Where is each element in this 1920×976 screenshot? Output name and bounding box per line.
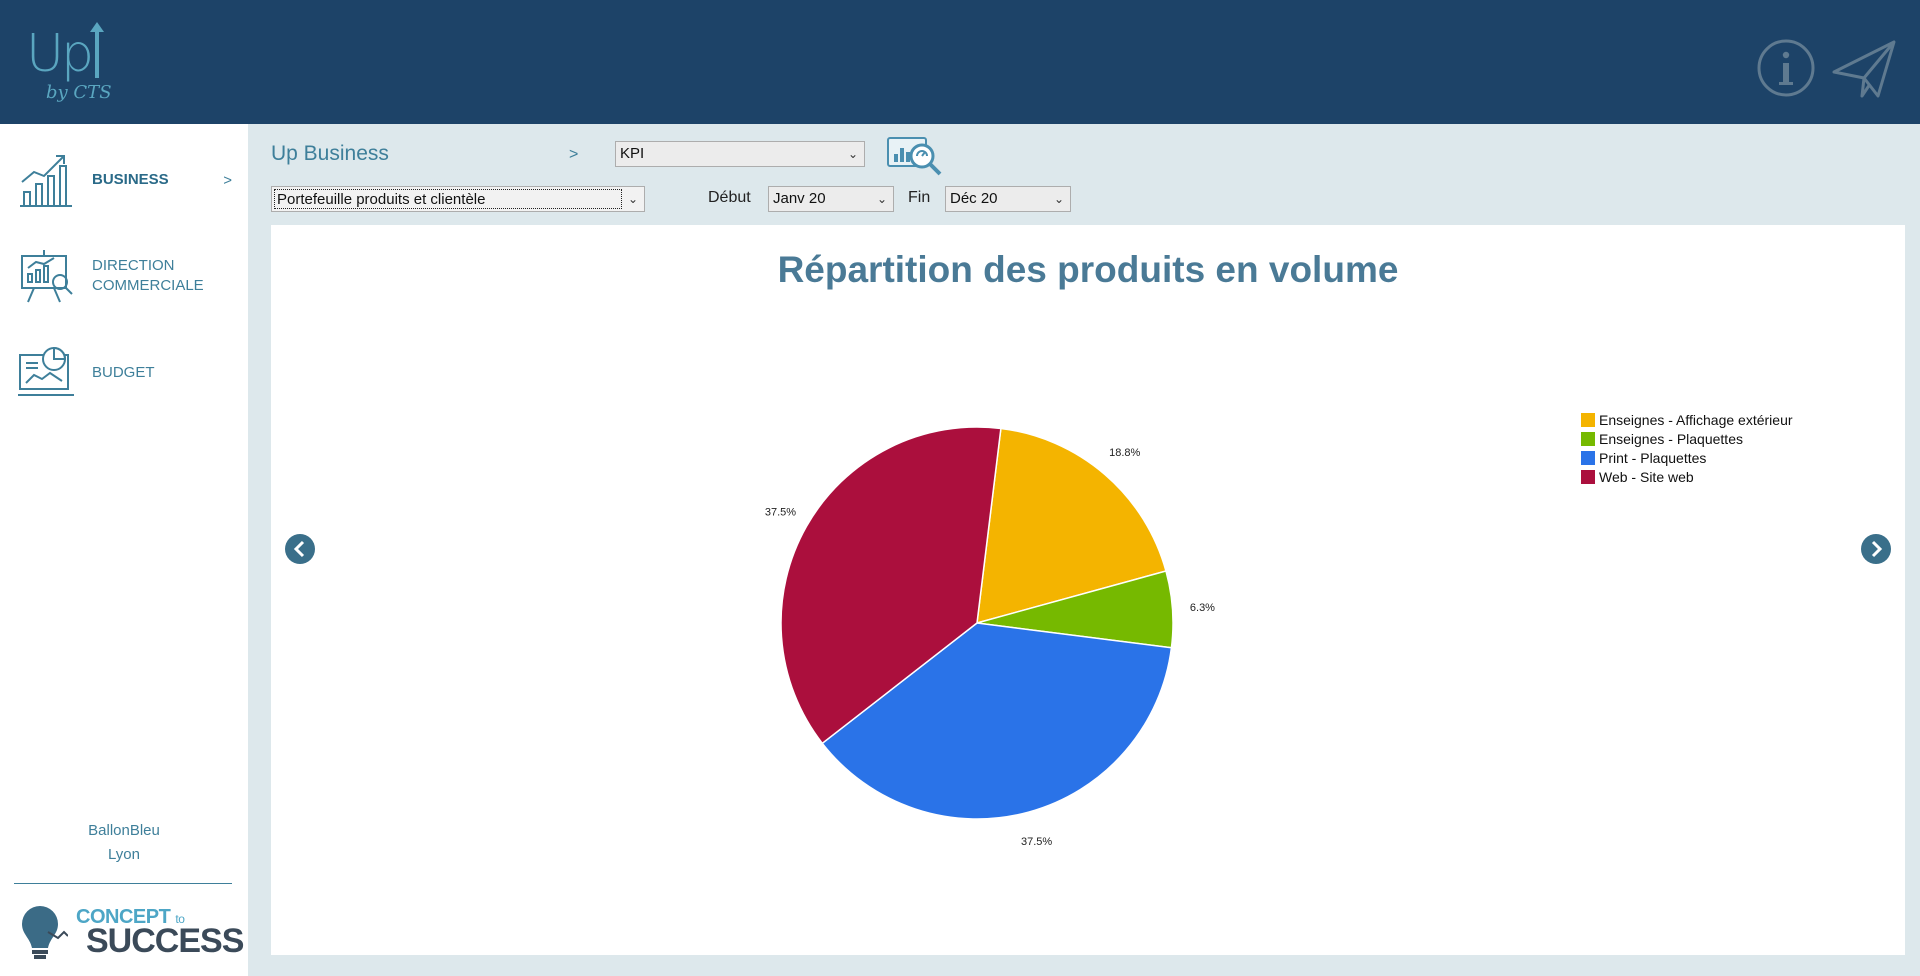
dashboard-budget-icon [18, 346, 74, 396]
company-name: BallonBleu [88, 822, 160, 839]
report-select-value: Portefeuille produits et clientèle [274, 189, 622, 209]
kpi-select[interactable]: KPI ⌄ [615, 141, 865, 167]
chevron-down-icon: ⌄ [627, 192, 638, 206]
legend-label: Web - Site web [1599, 468, 1694, 485]
sidebar-item-direction-commerciale[interactable]: DIRECTION COMMERCIALE [18, 246, 238, 306]
logo-sub: by CTS [46, 82, 112, 103]
legend-swatch [1581, 450, 1595, 465]
chevron-down-icon: ⌄ [847, 147, 858, 161]
legend-swatch [1581, 469, 1595, 484]
chart-legend: Enseignes - Affichage extérieur Enseigne… [1581, 410, 1793, 486]
end-select[interactable]: Déc 20 ⌄ [945, 186, 1071, 212]
start-select-value: Janv 20 [773, 190, 826, 207]
breadcrumb-separator: > [569, 146, 579, 163]
top-bar: Up by CTS [0, 0, 1920, 124]
legend-swatch [1581, 412, 1595, 427]
legend-swatch [1581, 431, 1595, 446]
slice-label: 37.5% [1021, 836, 1052, 848]
legend-item: Enseignes - Plaquettes [1581, 429, 1793, 448]
report-select[interactable]: Portefeuille produits et clientèle ⌄ [271, 186, 645, 212]
breadcrumb: Up Business [271, 142, 389, 165]
logo-arrow-icon [90, 22, 104, 78]
start-label: Début [708, 189, 751, 206]
sidebar-item-business[interactable]: BUSINESS > [18, 150, 238, 210]
slice-label: 18.8% [1109, 447, 1140, 459]
sidebar-item-label: BUDGET [92, 364, 155, 381]
slice-label: 6.3% [1190, 602, 1215, 614]
sidebar-item-label: DIRECTION COMMERCIALE [92, 257, 204, 294]
sidebar-item-budget[interactable]: BUDGET [18, 343, 238, 403]
paper-plane-icon[interactable] [1832, 38, 1898, 100]
kpi-select-value: KPI [620, 145, 645, 162]
presentation-analytics-icon [21, 250, 73, 303]
lightbulb-icon [22, 906, 68, 959]
pie-chart: 18.8% 6.3% 37.5% 37.5% [765, 426, 1215, 848]
chevron-down-icon: ⌄ [1053, 192, 1064, 206]
concept-to-success-logo: CONCEPT to SUCCESS [18, 900, 244, 960]
slice-label: 37.5% [765, 506, 796, 518]
chart-panel: Répartition des produits en volume 18.8%… [271, 225, 1905, 955]
app-logo[interactable]: Up by CTS [22, 20, 112, 110]
logo-text: Up [26, 24, 94, 84]
legend-item: Print - Plaquettes [1581, 448, 1793, 467]
legend-item: Enseignes - Affichage extérieur [1581, 410, 1793, 429]
chevron-down-icon: ⌄ [876, 192, 887, 206]
legend-label: Enseignes - Plaquettes [1599, 430, 1743, 447]
line-chart-icon [20, 155, 72, 207]
info-icon[interactable] [1756, 38, 1816, 98]
sidebar-divider [14, 883, 232, 884]
start-select[interactable]: Janv 20 ⌄ [768, 186, 894, 212]
sidebar-item-label: BUSINESS [92, 171, 169, 188]
end-label: Fin [908, 189, 931, 206]
legend-label: Enseignes - Affichage extérieur [1599, 411, 1793, 428]
logo-success: SUCCESS [86, 922, 244, 960]
legend-item: Web - Site web [1581, 467, 1793, 486]
end-select-value: Déc 20 [950, 190, 998, 207]
company-city: Lyon [108, 846, 140, 863]
chevron-right-icon: > [223, 171, 232, 189]
legend-label: Print - Plaquettes [1599, 449, 1707, 466]
magnifier-chart-icon[interactable] [886, 134, 942, 178]
